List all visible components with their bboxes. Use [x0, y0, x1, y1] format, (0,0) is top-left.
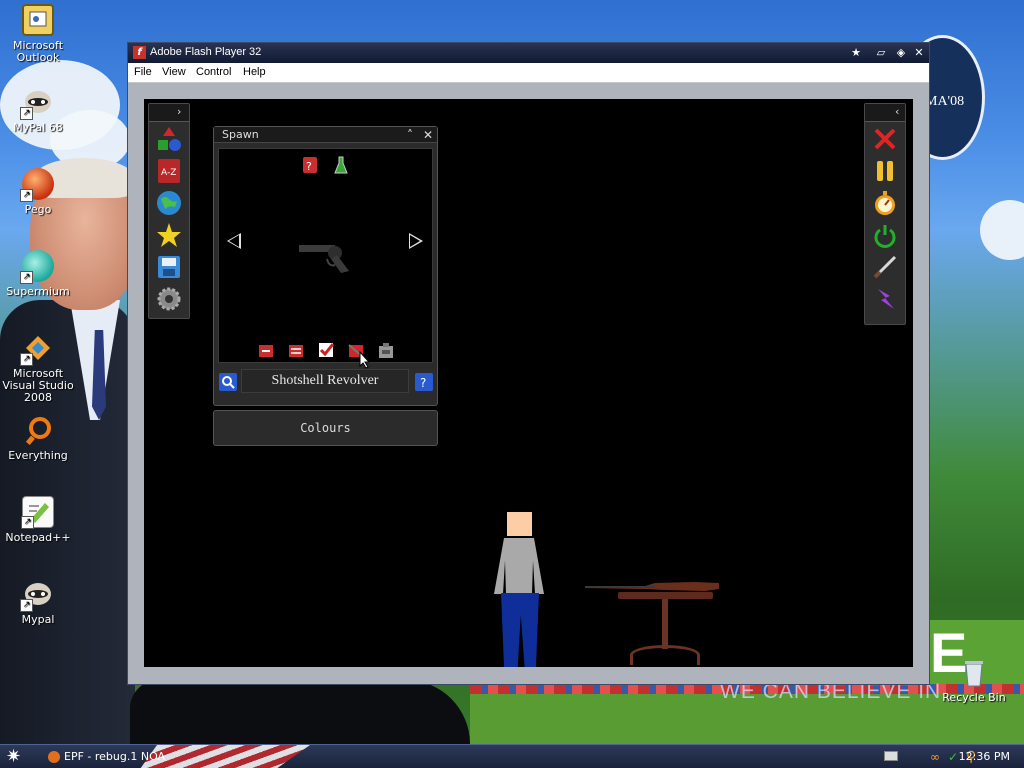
right-toolbar-header: ‹: [865, 104, 905, 122]
taskbar: ✷ EPF - rebug.1 NOA ∞ ✓ ⚲ 12:36 PM: [0, 744, 1024, 768]
close-x-icon[interactable]: [870, 124, 900, 154]
collapse-icon[interactable]: ˄: [402, 127, 418, 143]
svg-text:?: ?: [420, 376, 426, 390]
lightning-icon[interactable]: [870, 284, 900, 314]
desktop-icon-everything[interactable]: Everything: [0, 414, 76, 462]
globe-icon[interactable]: [154, 188, 184, 218]
settings-gear-icon[interactable]: [154, 284, 184, 314]
right-toolbar: ‹: [864, 103, 906, 325]
table-top[interactable]: [618, 592, 713, 599]
check-icon[interactable]: [317, 341, 335, 362]
save-icon[interactable]: [154, 252, 184, 282]
flask-icon[interactable]: [333, 155, 349, 178]
stopwatch-icon[interactable]: [870, 188, 900, 218]
left-toolbar: › A-Z: [148, 103, 190, 319]
shotgun-item[interactable]: [585, 580, 719, 592]
chevron-right-icon[interactable]: ›: [177, 104, 181, 120]
minimize-button[interactable]: ▱: [873, 45, 889, 60]
desktop-icon-visual-studio[interactable]: Microsoft Visual Studio 2008: [0, 332, 76, 404]
task-app-icon: [48, 751, 60, 763]
colours-button[interactable]: Colours: [213, 410, 438, 446]
flash-app-icon: f: [133, 46, 146, 59]
notepadpp-icon: [21, 496, 54, 529]
start-star-icon[interactable]: ✷: [6, 747, 28, 767]
update-icon[interactable]: ✓: [948, 750, 958, 764]
ragdoll-head[interactable]: [507, 512, 532, 536]
desktop-icon-mypal[interactable]: Mypal: [0, 578, 76, 626]
pin-star-icon[interactable]: ★: [848, 45, 864, 60]
menu-view[interactable]: View: [162, 66, 186, 78]
desktop-icon-outlook[interactable]: Microsoft Outlook: [0, 4, 76, 64]
revolver-preview: [297, 241, 353, 278]
search-item-icon[interactable]: [218, 372, 238, 395]
table-base: [630, 645, 700, 665]
spawn-panel: Spawn ˄ ✕ ? Shotshell Revolver ?: [213, 126, 438, 406]
sliders-icon[interactable]: [287, 343, 305, 362]
shapes-icon[interactable]: [154, 124, 184, 154]
mypal-icon: [20, 86, 54, 120]
mypal-icon: [20, 578, 54, 612]
spawn-preview: ?: [218, 148, 433, 369]
flash-stage[interactable]: › A-Z ‹ Spawn ˄ ✕ ? Shotshell Revolver ?…: [144, 99, 913, 667]
supermium-icon: [20, 250, 54, 284]
svg-text:A-Z: A-Z: [161, 168, 176, 178]
menubar: File View Control Help: [128, 63, 929, 83]
ragdoll-torso[interactable]: [494, 538, 544, 594]
item-name-row: Shotshell Revolver ?: [214, 367, 437, 395]
maximize-button[interactable]: ◈: [893, 45, 909, 60]
everything-icon: [22, 414, 54, 446]
pego-icon: [20, 168, 54, 202]
ragdoll-legs[interactable]: [501, 593, 539, 667]
visual-studio-icon: [20, 332, 54, 366]
menu-help[interactable]: Help: [243, 66, 266, 78]
remove-icon[interactable]: [257, 343, 275, 362]
star-icon[interactable]: [154, 220, 184, 250]
desktop-icon-pego[interactable]: Pego: [0, 168, 76, 216]
flash-player-window: f Adobe Flash Player 32 ★ ▱ ◈ ✕ File Vie…: [127, 42, 930, 685]
desktop-icon-supermium[interactable]: Supermium: [0, 250, 76, 298]
knife-icon[interactable]: [870, 252, 900, 282]
help-card-icon[interactable]: ?: [301, 155, 319, 178]
pause-icon[interactable]: [870, 156, 900, 186]
clock[interactable]: 12:36 PM: [959, 750, 1010, 763]
chevron-left-icon[interactable]: ‹: [895, 104, 899, 120]
system-tray: ∞ ✓ ⚲ 12:36 PM: [854, 745, 1024, 768]
close-panel-icon[interactable]: ✕: [420, 127, 436, 143]
item-help-icon[interactable]: ?: [414, 372, 434, 395]
a-z-icon[interactable]: A-Z: [154, 156, 184, 186]
close-button[interactable]: ✕: [911, 45, 927, 60]
desktop-icon-recycle-bin[interactable]: Recycle Bin: [936, 656, 1012, 704]
left-toolbar-header: ›: [149, 104, 189, 122]
desktop-icon-mypal68[interactable]: MyPal 68: [0, 86, 76, 134]
window-title: Adobe Flash Player 32: [150, 46, 262, 58]
spawn-item-name: Shotshell Revolver: [241, 369, 409, 393]
table-leg: [662, 599, 668, 649]
outlook-icon: [22, 4, 54, 36]
recycle-bin-icon: [958, 656, 990, 688]
spawn-panel-title: Spawn: [222, 128, 259, 141]
spawn-panel-header[interactable]: Spawn ˄ ✕: [214, 127, 437, 143]
taskbar-item[interactable]: EPF - rebug.1 NOA: [48, 748, 188, 766]
menu-file[interactable]: File: [134, 66, 152, 78]
desktop-icon-notepadpp[interactable]: Notepad++: [0, 496, 76, 544]
network-icon[interactable]: ∞: [930, 750, 940, 764]
window-titlebar[interactable]: f Adobe Flash Player 32 ★ ▱ ◈ ✕: [128, 43, 929, 63]
power-icon[interactable]: [870, 220, 900, 250]
keyboard-icon[interactable]: [884, 751, 898, 761]
mechanical-icon[interactable]: [377, 342, 395, 363]
menu-control[interactable]: Control: [196, 66, 231, 78]
svg-text:?: ?: [306, 160, 312, 173]
